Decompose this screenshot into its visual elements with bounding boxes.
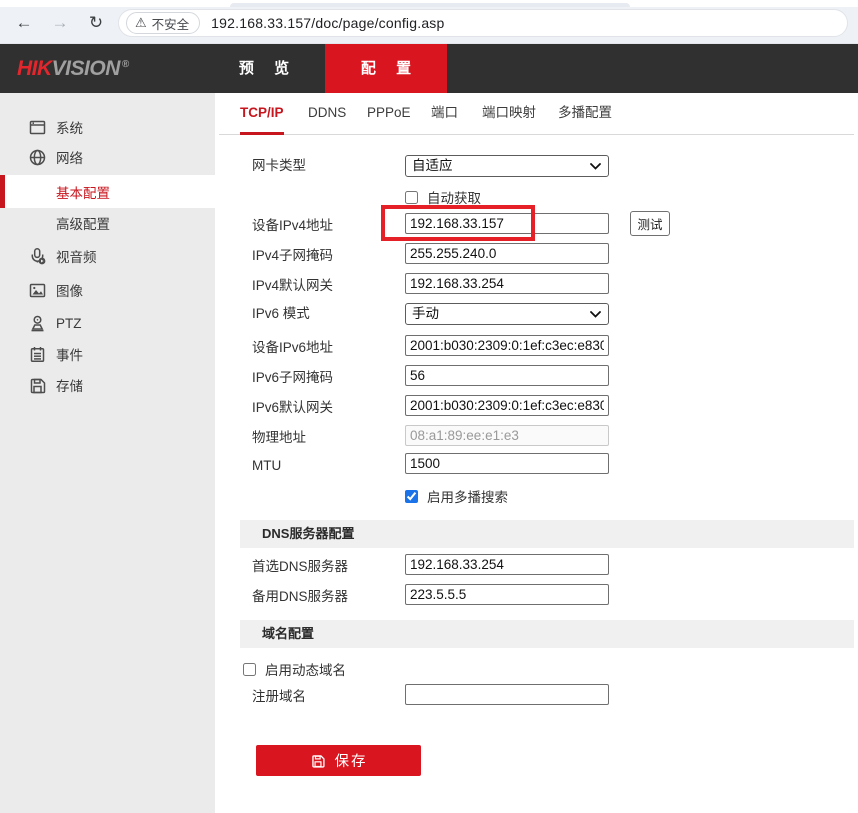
ipv6-gateway-input[interactable] (405, 395, 609, 416)
sidebar-item-advanced-config[interactable]: 高级配置 (0, 206, 215, 239)
tab-multicast[interactable]: 多播配置 (558, 100, 612, 135)
dynamic-domain-row: 启用动态域名 (243, 659, 346, 679)
chevron-down-icon (590, 163, 601, 170)
globe-icon (28, 148, 47, 167)
tab-tcpip[interactable]: TCP/IP (240, 100, 284, 135)
mtu-input[interactable] (405, 453, 609, 474)
sidebar-item-label: 系统 (56, 117, 83, 137)
security-label: 不安全 (152, 14, 190, 33)
image-icon (28, 281, 47, 300)
sidebar-item-label: 网络 (56, 147, 83, 167)
sidebar-item-label: 视音频 (56, 246, 97, 266)
ipv6-address-label: 设备IPv6地址 (252, 335, 333, 356)
logo-registered-mark: ® (122, 59, 129, 70)
ipv6-mode-label: IPv6 模式 (252, 303, 310, 324)
auto-obtain-checkbox[interactable] (405, 191, 418, 204)
ipv4-gateway-label: IPv4默认网关 (252, 273, 333, 294)
dns-section-header: DNS服务器配置 (240, 520, 854, 548)
security-chip[interactable]: ⚠ 不安全 (126, 12, 200, 34)
sidebar-subitem-label: 基本配置 (56, 182, 110, 202)
ipv4-mask-label: IPv4子网掩码 (252, 243, 333, 264)
sidebar-item-event[interactable]: 事件 (0, 339, 215, 369)
domain-section-header: 域名配置 (240, 620, 854, 648)
sidebar-item-system[interactable]: 系统 (0, 112, 215, 142)
sidebar: 系统 网络 基本配置 高级配置 视音频 图像 PTZ 事件 (0, 93, 215, 813)
ipv6-mode-select[interactable]: 手动 (405, 303, 609, 325)
joystick-icon (28, 314, 47, 333)
ipv6-mask-input[interactable] (405, 365, 609, 386)
multicast-search-label: 启用多播搜索 (427, 486, 508, 506)
mac-address-label: 物理地址 (252, 425, 306, 446)
ipv4-gateway-input[interactable] (405, 273, 609, 294)
ipv6-gateway-label: IPv6默认网关 (252, 395, 333, 416)
sidebar-item-label: 图像 (56, 280, 83, 300)
hikvision-logo: HIKVISION® (17, 57, 129, 81)
sidebar-item-label: PTZ (56, 316, 82, 331)
logo-vision: VISION (52, 57, 120, 80)
network-tabbar: TCP/IP DDNS PPPoE 端口 端口映射 多播配置 (219, 100, 854, 135)
save-button[interactable]: 保存 (256, 745, 421, 776)
register-domain-label: 注册域名 (252, 684, 306, 705)
save-floppy-icon (310, 753, 326, 769)
config-content: TCP/IP DDNS PPPoE 端口 端口映射 多播配置 网卡类型 自适应 … (215, 93, 858, 813)
ipv6-mode-value: 手动 (412, 306, 439, 321)
sidebar-item-storage[interactable]: 存储 (0, 370, 215, 400)
tab-pppoe[interactable]: PPPoE (367, 100, 411, 135)
nic-type-label: 网卡类型 (252, 155, 306, 176)
nav-config[interactable]: 配 置 (325, 44, 447, 93)
multicast-search-checkbox[interactable] (405, 490, 418, 503)
sidebar-item-label: 存储 (56, 375, 83, 395)
mtu-label: MTU (252, 453, 281, 474)
nic-type-value: 自适应 (412, 158, 453, 173)
browser-toolbar: ← → ↻ ⚠ 不安全 192.168.33.157/doc/page/conf… (0, 0, 858, 44)
ipv4-mask-input[interactable] (405, 243, 609, 264)
test-button[interactable]: 测试 (630, 211, 670, 236)
ipv4-address-input[interactable] (405, 213, 609, 234)
dynamic-domain-checkbox[interactable] (243, 663, 256, 676)
system-window-icon (28, 118, 47, 137)
sidebar-item-image[interactable]: 图像 (0, 275, 215, 305)
auto-obtain-label: 自动获取 (427, 187, 481, 207)
app-header: HIKVISION® 预 览 配 置 (0, 44, 858, 93)
tab-port-mapping[interactable]: 端口映射 (482, 100, 536, 135)
address-bar[interactable]: ⚠ 不安全 192.168.33.157/doc/page/config.asp (118, 9, 848, 37)
event-notepad-icon (28, 345, 47, 364)
nav-preview[interactable]: 预 览 (203, 44, 325, 93)
forward-icon[interactable]: → (48, 11, 72, 35)
browser-tab-strip (0, 0, 858, 7)
tab-ddns[interactable]: DDNS (308, 100, 346, 135)
primary-dns-input[interactable] (405, 554, 609, 575)
logo-hik: HIK (17, 57, 52, 80)
auto-obtain-row: 自动获取 (405, 187, 481, 207)
microphone-icon (28, 247, 47, 266)
secondary-dns-input[interactable] (405, 584, 609, 605)
tab-port[interactable]: 端口 (431, 100, 458, 135)
ipv6-address-input[interactable] (405, 335, 609, 356)
sidebar-item-network[interactable]: 网络 (0, 142, 215, 172)
sidebar-item-label: 事件 (56, 344, 83, 364)
sidebar-item-video-audio[interactable]: 视音频 (0, 241, 215, 271)
sidebar-subitem-label: 高级配置 (56, 213, 110, 233)
register-domain-input[interactable] (405, 684, 609, 705)
multicast-search-row: 启用多播搜索 (405, 486, 508, 506)
url-text: 192.168.33.157/doc/page/config.asp (211, 15, 444, 31)
refresh-icon[interactable]: ↻ (84, 11, 108, 35)
storage-floppy-icon (28, 376, 47, 395)
nic-type-select[interactable]: 自适应 (405, 155, 609, 177)
ipv6-mask-label: IPv6子网掩码 (252, 365, 333, 386)
chevron-down-icon (590, 311, 601, 318)
primary-dns-label: 首选DNS服务器 (252, 554, 348, 575)
ipv4-address-label: 设备IPv4地址 (252, 213, 333, 234)
sidebar-item-ptz[interactable]: PTZ (0, 308, 215, 338)
sidebar-item-basic-config[interactable]: 基本配置 (0, 175, 215, 208)
dynamic-domain-label: 启用动态域名 (265, 659, 346, 679)
warning-icon: ⚠ (135, 15, 147, 31)
back-icon[interactable]: ← (12, 11, 36, 35)
secondary-dns-label: 备用DNS服务器 (252, 584, 348, 605)
mac-address-input (405, 425, 609, 446)
save-button-label: 保存 (335, 750, 368, 771)
